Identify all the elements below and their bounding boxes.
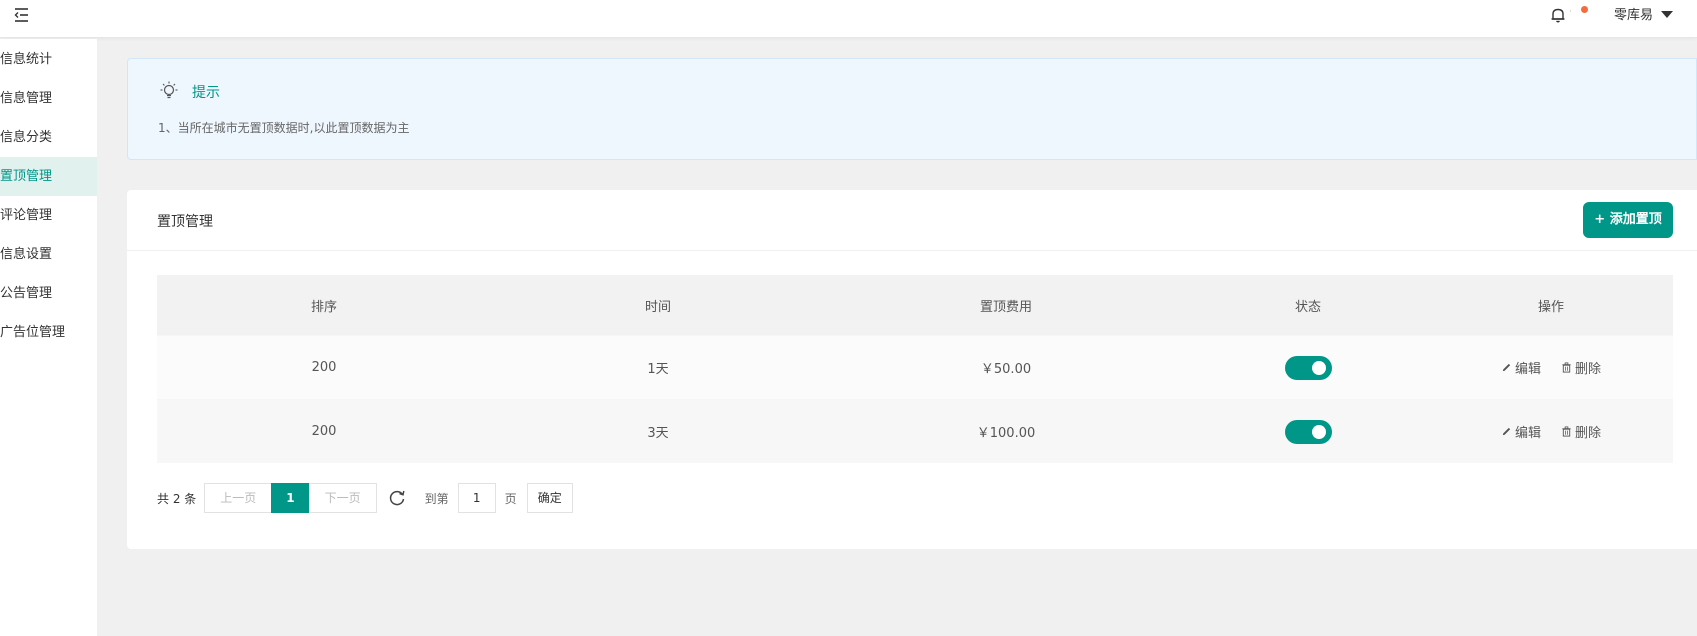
tip-title: 提示	[192, 85, 220, 101]
edit-button[interactable]: 编辑	[1501, 422, 1541, 441]
edit-label: 编辑	[1514, 426, 1541, 441]
notification-separator: ·	[1569, 7, 1572, 17]
trash-icon	[1562, 362, 1571, 373]
user-menu[interactable]: 零库易	[1614, 4, 1674, 23]
table-header: 排序 时间 置顶费用 状态 操作	[157, 275, 1673, 335]
sidebar: 信息统计 信息管理 信息分类 置顶管理 评论管理 信息设置 公告管理 广告位管理	[0, 39, 97, 636]
sidebar-item-notice-manage[interactable]: 公告管理	[0, 274, 97, 313]
status-toggle[interactable]	[1284, 419, 1332, 444]
column-header-actions: 操作	[1537, 299, 1564, 315]
table-row: 200 1天 ￥50.00 编辑 删除	[157, 335, 1673, 399]
notification-dot	[1581, 6, 1588, 13]
page-button-current[interactable]: 1	[271, 483, 310, 513]
menu-toggle-icon[interactable]	[12, 6, 30, 24]
tip-text: 1、当所在城市无置顶数据时,以此置顶数据为主	[158, 121, 410, 135]
column-header-sort: 排序	[310, 299, 337, 315]
sidebar-item-ad-manage[interactable]: 广告位管理	[0, 313, 97, 352]
table-row: 200 3天 ￥100.00 编辑 删除	[157, 399, 1673, 463]
sidebar-item-info-stats[interactable]: 信息统计	[0, 40, 97, 79]
caret-down-icon	[1661, 10, 1674, 18]
page-unit-label: 页	[504, 491, 517, 506]
edit-button[interactable]: 编辑	[1501, 358, 1541, 377]
cell-status	[1187, 400, 1429, 463]
cell-time: 1天	[647, 362, 669, 377]
sidebar-item-label: 信息统计	[0, 52, 53, 67]
cell-actions: 编辑 删除	[1429, 400, 1673, 463]
sidebar-item-label: 信息管理	[0, 91, 53, 106]
trash-icon	[1562, 426, 1571, 437]
cell-sort: 200	[311, 424, 337, 439]
page-number-input[interactable]	[457, 483, 496, 513]
sidebar-item-info-manage[interactable]: 信息管理	[0, 79, 97, 118]
cell-time: 3天	[647, 426, 669, 441]
add-top-button[interactable]: + 添加置顶	[1583, 202, 1673, 238]
sidebar-item-label: 公告管理	[0, 286, 53, 301]
sidebar-item-info-category[interactable]: 信息分类	[0, 118, 97, 157]
delete-button[interactable]: 删除	[1561, 422, 1601, 441]
user-name: 零库易	[1614, 8, 1654, 23]
pagination: 共 2 条 上一页 1 下一页 到第 页 确定	[157, 483, 573, 513]
delete-button[interactable]: 删除	[1561, 358, 1601, 377]
cell-sort: 200	[311, 360, 337, 375]
cell-status	[1187, 336, 1429, 399]
edit-label: 编辑	[1514, 362, 1541, 377]
card-title: 置顶管理	[157, 214, 213, 230]
pencil-icon	[1502, 427, 1511, 436]
sidebar-item-label: 信息分类	[0, 130, 53, 145]
goto-label: 到第	[424, 491, 449, 506]
sidebar-item-info-settings[interactable]: 信息设置	[0, 235, 97, 274]
status-toggle[interactable]	[1284, 355, 1332, 380]
confirm-page-button[interactable]: 确定	[526, 483, 573, 513]
toggle-knob	[1311, 360, 1326, 375]
lightbulb-icon	[160, 81, 178, 99]
sidebar-item-label: 评论管理	[0, 208, 53, 223]
cell-fee: ￥100.00	[976, 426, 1036, 441]
cell-actions: 编辑 删除	[1429, 336, 1673, 399]
tip-panel: 提示 1、当所在城市无置顶数据时,以此置顶数据为主	[127, 58, 1697, 160]
column-header-status: 状态	[1294, 299, 1321, 315]
sidebar-item-comment-manage[interactable]: 评论管理	[0, 196, 97, 235]
column-header-fee: 置顶费用	[979, 299, 1032, 315]
card-header: 置顶管理 + 添加置顶	[127, 190, 1697, 251]
toggle-knob	[1311, 424, 1326, 439]
sidebar-item-label: 置顶管理	[0, 169, 53, 184]
refresh-icon[interactable]	[387, 488, 407, 508]
delete-label: 删除	[1575, 362, 1602, 377]
next-page-button[interactable]: 下一页	[308, 483, 377, 513]
delete-label: 删除	[1575, 426, 1602, 441]
top-table: 排序 时间 置顶费用 状态 操作 200 1天 ￥50.00 编辑 删除 200…	[157, 275, 1673, 463]
sidebar-item-label: 信息设置	[0, 247, 53, 262]
prev-page-button[interactable]: 上一页	[204, 483, 273, 513]
column-header-time: 时间	[644, 299, 671, 315]
cell-fee: ￥50.00	[980, 362, 1032, 377]
pencil-icon	[1502, 363, 1511, 372]
top-manage-card: 置顶管理 + 添加置顶 排序 时间 置顶费用 状态 操作 200 1天 ￥50.…	[127, 190, 1697, 549]
top-bar: · 零库易	[0, 0, 1697, 38]
total-count: 共 2 条	[157, 491, 197, 506]
sidebar-item-label: 广告位管理	[0, 325, 66, 340]
sidebar-item-top-manage[interactable]: 置顶管理	[0, 157, 97, 196]
bell-icon[interactable]	[1549, 6, 1567, 24]
